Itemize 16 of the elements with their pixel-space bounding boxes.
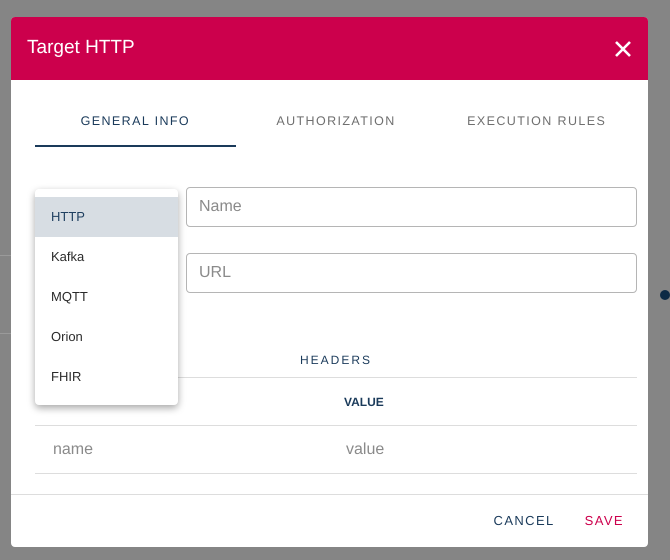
menu-item[interactable]: FHIR — [35, 357, 178, 397]
menu-item[interactable]: MQTT — [35, 277, 178, 317]
menu-item[interactable]: HTTP — [35, 197, 178, 237]
tab[interactable]: EXECUTION RULES — [436, 97, 638, 147]
tab[interactable]: GENERAL INFO — [35, 97, 236, 147]
url-field[interactable]: URL — [186, 253, 637, 293]
column-header: VALUE — [344, 394, 384, 408]
dot-icon — [660, 290, 670, 300]
cancel-button[interactable]: CANCEL — [484, 505, 565, 537]
dialog-title: Target HTTP — [27, 36, 135, 60]
close-icon[interactable] — [614, 40, 632, 58]
menu-item[interactable]: Orion — [35, 317, 178, 357]
name-field[interactable]: Name — [186, 187, 637, 227]
save-button[interactable]: SAVE — [574, 505, 634, 537]
tab[interactable]: AUTHORIZATION — [236, 97, 436, 147]
menu-item[interactable]: Kafka — [35, 237, 178, 277]
